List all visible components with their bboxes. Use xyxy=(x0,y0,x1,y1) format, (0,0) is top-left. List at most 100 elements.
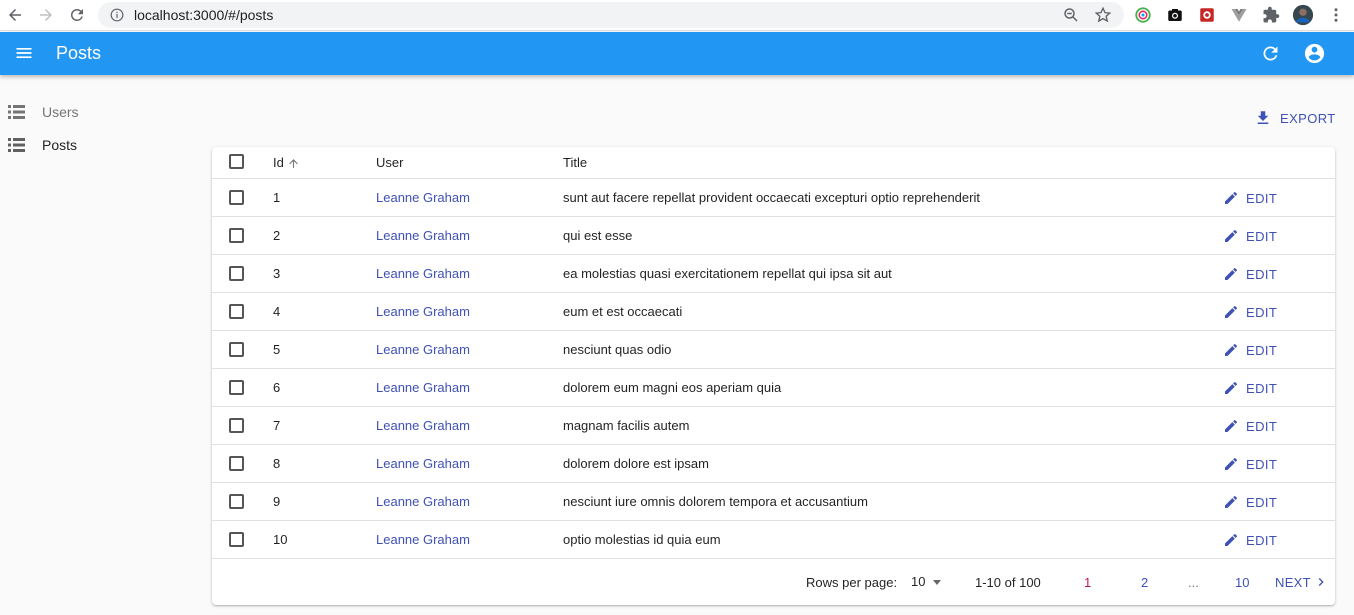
page-ellipsis: ... xyxy=(1188,575,1199,590)
edit-label: EDIT xyxy=(1246,418,1278,434)
address-bar[interactable]: localhost:3000/#/posts xyxy=(98,2,1124,28)
cell-user-link[interactable]: Leanne Graham xyxy=(376,494,470,509)
row-checkbox[interactable] xyxy=(229,418,244,433)
reload-icon[interactable] xyxy=(64,2,90,28)
forward-icon[interactable] xyxy=(33,2,59,28)
edit-button[interactable]: EDIT xyxy=(1223,301,1277,323)
edit-button[interactable]: EDIT xyxy=(1223,225,1277,247)
cell-user-link[interactable]: Leanne Graham xyxy=(376,456,470,471)
cell-id: 9 xyxy=(273,494,281,509)
menu-icon[interactable] xyxy=(14,43,34,63)
export-button[interactable]: EXPORT xyxy=(1254,106,1336,130)
cell-id: 4 xyxy=(273,304,281,319)
column-header-title[interactable]: Title xyxy=(563,155,587,170)
posts-table: Id User Title 1 Leanne Graham sunt aut fac… xyxy=(212,147,1335,605)
table-row[interactable]: 2 Leanne Graham qui est esse EDIT xyxy=(212,217,1335,255)
edit-pencil-icon xyxy=(1225,191,1238,204)
extension-red-icon[interactable] xyxy=(1197,5,1217,25)
row-checkbox[interactable] xyxy=(229,304,244,319)
edit-button[interactable]: EDIT xyxy=(1223,415,1277,437)
sidebar-item-posts[interactable]: Posts xyxy=(0,131,200,159)
info-icon[interactable] xyxy=(110,8,124,22)
select-all-checkbox[interactable] xyxy=(229,154,244,169)
cell-user-link[interactable]: Leanne Graham xyxy=(376,342,470,357)
cell-id: 7 xyxy=(273,418,281,433)
next-label: NEXT xyxy=(1275,574,1311,590)
account-circle-icon[interactable] xyxy=(1303,42,1326,65)
cell-user-link[interactable]: Leanne Graham xyxy=(376,532,470,547)
edit-button[interactable]: EDIT xyxy=(1223,529,1277,551)
edit-button[interactable]: EDIT xyxy=(1223,263,1277,285)
row-checkbox[interactable] xyxy=(229,266,244,281)
row-checkbox[interactable] xyxy=(229,228,244,243)
extension-target-icon[interactable] xyxy=(1133,5,1153,25)
table-row[interactable]: 7 Leanne Graham magnam facilis autem EDIT xyxy=(212,407,1335,445)
edit-pencil-icon xyxy=(1225,457,1238,470)
cell-user-link[interactable]: Leanne Graham xyxy=(376,266,470,281)
column-header-id[interactable]: Id xyxy=(273,155,300,170)
cell-user-link[interactable]: Leanne Graham xyxy=(376,418,470,433)
zoom-icon[interactable] xyxy=(1062,6,1080,24)
table-row[interactable]: 1 Leanne Graham sunt aut facere repellat p… xyxy=(212,179,1335,217)
edit-label: EDIT xyxy=(1246,494,1278,510)
edit-label: EDIT xyxy=(1246,266,1278,282)
column-header-user[interactable]: User xyxy=(376,155,403,170)
cell-title: nesciunt quas odio xyxy=(563,342,672,357)
row-checkbox[interactable] xyxy=(229,532,244,547)
rows-per-page-select[interactable]: 10 xyxy=(911,574,942,589)
row-checkbox[interactable] xyxy=(229,380,244,395)
cell-id: 2 xyxy=(273,228,281,243)
edit-button[interactable]: EDIT xyxy=(1223,453,1277,475)
row-checkbox[interactable] xyxy=(229,494,244,509)
cell-user-link[interactable]: Leanne Graham xyxy=(376,228,470,243)
url-text: localhost:3000/#/posts xyxy=(134,7,274,23)
next-page-button[interactable]: NEXT xyxy=(1275,574,1329,590)
edit-pencil-icon xyxy=(1225,343,1238,356)
arrow-up-icon xyxy=(289,159,298,168)
cell-title: dolorem dolore est ipsam xyxy=(563,456,709,471)
bookmark-star-icon[interactable] xyxy=(1094,6,1112,24)
extension-camera-icon[interactable] xyxy=(1165,5,1185,25)
browser-menu-icon[interactable] xyxy=(1326,5,1346,25)
cell-id: 3 xyxy=(273,266,281,281)
back-icon[interactable] xyxy=(2,2,28,28)
table-row[interactable]: 4 Leanne Graham eum et est occaecati EDIT xyxy=(212,293,1335,331)
row-checkbox[interactable] xyxy=(229,342,244,357)
profile-avatar[interactable] xyxy=(1292,4,1314,26)
refresh-icon[interactable] xyxy=(1260,43,1281,64)
list-icon xyxy=(8,138,25,152)
table-row[interactable]: 10 Leanne Graham optio molestias id quia e… xyxy=(212,521,1335,559)
cell-user-link[interactable]: Leanne Graham xyxy=(376,190,470,205)
cell-user-link[interactable]: Leanne Graham xyxy=(376,380,470,395)
edit-pencil-icon xyxy=(1225,305,1238,318)
extension-vue-icon[interactable] xyxy=(1229,5,1249,25)
edit-button[interactable]: EDIT xyxy=(1223,491,1277,513)
cell-title: qui est esse xyxy=(563,228,633,243)
row-checkbox[interactable] xyxy=(229,190,244,205)
row-checkbox[interactable] xyxy=(229,456,244,471)
page-button-10[interactable]: 10 xyxy=(1235,575,1249,590)
sidebar-item-users[interactable]: Users xyxy=(0,98,200,126)
page-button-2[interactable]: 2 xyxy=(1141,575,1148,590)
edit-button[interactable]: EDIT xyxy=(1223,339,1277,361)
edit-label: EDIT xyxy=(1246,304,1278,320)
table-row[interactable]: 5 Leanne Graham nesciunt quas odio EDIT xyxy=(212,331,1335,369)
cell-user-link[interactable]: Leanne Graham xyxy=(376,304,470,319)
edit-button[interactable]: EDIT xyxy=(1223,187,1277,209)
cell-id: 5 xyxy=(273,342,281,357)
cell-title: dolorem eum magni eos aperiam quia xyxy=(563,380,782,395)
table-row[interactable]: 6 Leanne Graham dolorem eum magni eos aper… xyxy=(212,369,1335,407)
page-button-1[interactable]: 1 xyxy=(1084,575,1091,590)
export-label: EXPORT xyxy=(1280,110,1336,126)
cell-id: 10 xyxy=(273,532,288,547)
cell-title: magnam facilis autem xyxy=(563,418,690,433)
edit-button[interactable]: EDIT xyxy=(1223,377,1277,399)
table-row[interactable]: 3 Leanne Graham ea molestias quasi exercit… xyxy=(212,255,1335,293)
edit-label: EDIT xyxy=(1246,228,1278,244)
extensions-puzzle-icon[interactable] xyxy=(1261,5,1281,25)
cell-id: 1 xyxy=(273,190,281,205)
table-row[interactable]: 9 Leanne Graham nesciunt iure omnis dolore… xyxy=(212,483,1335,521)
table-row[interactable]: 8 Leanne Graham dolorem dolore est ipsam ED… xyxy=(212,445,1335,483)
pagination: Rows per page: 10 1-10 of 100 1 2 ... 10… xyxy=(212,559,1335,605)
rows-per-page-label: Rows per page: xyxy=(806,575,898,590)
